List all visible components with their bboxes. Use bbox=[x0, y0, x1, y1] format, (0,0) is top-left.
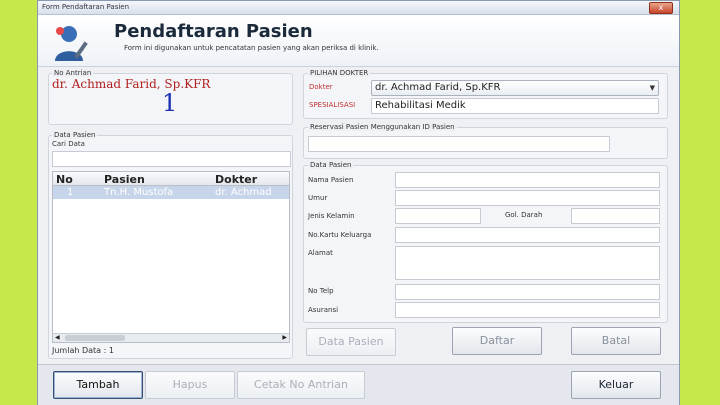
cell-no: 1 bbox=[67, 187, 74, 198]
keluar-button[interactable]: Keluar bbox=[571, 371, 661, 399]
gender-label: Jenis Kelamin bbox=[308, 212, 355, 220]
close-button[interactable]: x bbox=[649, 2, 673, 14]
record-count: Jumlah Data : 1 bbox=[52, 346, 114, 355]
column-dokter[interactable]: Dokter bbox=[215, 173, 257, 186]
cell-dokter: dr. Achmad bbox=[215, 187, 272, 198]
doctor-dropdown-value: dr. Achmad Farid, Sp.KFR bbox=[375, 82, 501, 93]
insurance-label: Asuransi bbox=[308, 306, 339, 314]
data-pasien-button[interactable]: Data Pasien bbox=[306, 328, 396, 356]
doctor-dropdown[interactable]: dr. Achmad Farid, Sp.KFR ▼ bbox=[371, 80, 659, 96]
family-card-label: No.Kartu Keluarga bbox=[308, 231, 372, 239]
form-header: Pendaftaran Pasien Form ini digunakan un… bbox=[38, 15, 679, 67]
scroll-left-icon[interactable]: ◀ bbox=[55, 334, 60, 341]
address-input[interactable] bbox=[395, 246, 660, 280]
page-subtitle: Form ini digunakan untuk pencatatan pasi… bbox=[124, 44, 379, 52]
name-label: Nama Pasien bbox=[308, 176, 354, 184]
scroll-right-icon[interactable]: ▶ bbox=[282, 334, 287, 341]
batal-button[interactable]: Batal bbox=[571, 327, 661, 355]
specialty-field[interactable]: Rehabilitasi Medik bbox=[371, 98, 659, 114]
patient-table[interactable]: No Pasien Dokter 1 Tn.H. Mustofa dr. Ach… bbox=[52, 171, 290, 343]
family-card-input[interactable] bbox=[395, 227, 660, 243]
chevron-down-icon[interactable]: ▼ bbox=[650, 81, 655, 95]
phone-input[interactable] bbox=[395, 284, 660, 300]
horizontal-scrollbar[interactable]: ◀ ▶ bbox=[53, 333, 289, 342]
table-row[interactable]: 1 Tn.H. Mustofa dr. Achmad bbox=[53, 186, 289, 199]
specialty-label: SPESIALISASI bbox=[309, 101, 356, 109]
hapus-button[interactable]: Hapus bbox=[145, 371, 235, 399]
name-input[interactable] bbox=[395, 172, 660, 188]
column-pasien[interactable]: Pasien bbox=[104, 173, 145, 186]
blood-input[interactable] bbox=[571, 208, 660, 224]
phone-label: No Telp bbox=[308, 287, 334, 295]
cell-pasien: Tn.H. Mustofa bbox=[104, 187, 174, 198]
insurance-input[interactable] bbox=[395, 302, 660, 318]
daftar-button[interactable]: Daftar bbox=[452, 327, 542, 355]
doctor-label: Dokter bbox=[309, 83, 333, 91]
search-input[interactable] bbox=[52, 151, 291, 167]
footer-bar: Tambah Hapus Cetak No Antrian Keluar bbox=[38, 364, 679, 405]
search-label: Cari Data bbox=[52, 140, 85, 148]
address-label: Alamat bbox=[308, 249, 333, 257]
doctor-select-label: PILIHAN DOKTER bbox=[308, 69, 371, 77]
patient-list-label: Data Pasien bbox=[52, 131, 98, 139]
title-bar[interactable]: Form Pendaftaran Pasien x bbox=[38, 1, 679, 15]
queue-label: No Antrian bbox=[52, 69, 94, 77]
cetak-antrian-button[interactable]: Cetak No Antrian bbox=[237, 371, 365, 399]
patient-user-icon bbox=[55, 26, 88, 61]
queue-number: 1 bbox=[162, 89, 178, 117]
registration-window: Form Pendaftaran Pasien x Pendaftaran Pa… bbox=[37, 0, 680, 405]
gender-input[interactable] bbox=[395, 208, 481, 224]
window-title: Form Pendaftaran Pasien bbox=[42, 3, 130, 11]
age-label: Umur bbox=[308, 194, 328, 202]
patient-form-label: Data Pasien bbox=[308, 161, 354, 169]
blood-label: Gol. Darah bbox=[505, 211, 543, 219]
column-no[interactable]: No bbox=[56, 173, 73, 186]
table-header: No Pasien Dokter bbox=[53, 172, 289, 186]
queue-doctor: dr. Achmad Farid, Sp.KFR bbox=[52, 77, 211, 91]
tambah-button[interactable]: Tambah bbox=[53, 371, 143, 399]
reservation-label: Reservasi Pasien Menggunakan ID Pasien bbox=[308, 123, 457, 131]
reservation-id-input[interactable] bbox=[308, 136, 610, 152]
page-title: Pendaftaran Pasien bbox=[114, 21, 313, 42]
age-input[interactable] bbox=[395, 190, 660, 206]
scroll-thumb[interactable] bbox=[65, 335, 125, 341]
